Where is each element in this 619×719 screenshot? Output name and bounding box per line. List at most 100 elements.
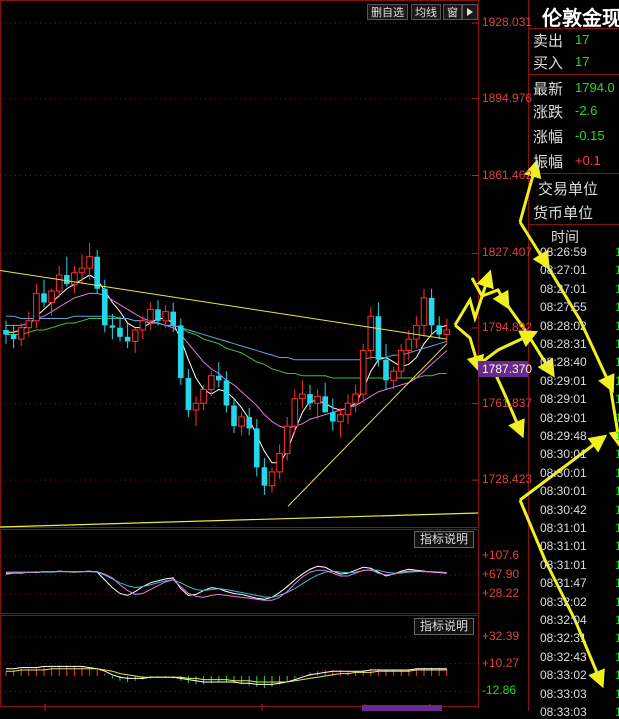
tick-value: 1 xyxy=(615,337,619,351)
candle-body xyxy=(25,320,33,329)
candle-body xyxy=(231,405,237,427)
candle-body xyxy=(192,402,200,411)
tick-time: 08:30:01 xyxy=(540,447,587,462)
candle-body xyxy=(322,396,328,413)
candle-body xyxy=(94,256,100,289)
quote-label: 最新 xyxy=(533,81,564,98)
moving-averages xyxy=(6,274,448,464)
candle-body xyxy=(185,378,192,411)
candle-body xyxy=(178,325,184,379)
quote-value: 17 xyxy=(575,32,590,47)
annotation-arrows xyxy=(453,159,619,689)
main-y-tick: 1728.423 xyxy=(482,472,533,487)
ticks-header: 时间 xyxy=(551,229,579,245)
candle-body xyxy=(246,416,252,429)
currency-unit-label: 货币单位 xyxy=(533,205,594,222)
tick-time: 08:29:01 xyxy=(540,410,587,425)
tick-value: 1 xyxy=(615,594,619,609)
quote-label: 卖出 xyxy=(533,33,564,50)
candle-body xyxy=(216,375,222,381)
expand-icon[interactable] xyxy=(462,4,478,20)
candle-body xyxy=(420,297,428,326)
tick-time: 08:33:03 xyxy=(540,705,587,719)
indicator2-frame xyxy=(0,615,479,707)
candle-body xyxy=(170,311,176,326)
tick-time: 08:32:43 xyxy=(540,649,587,664)
current-price-tag: 1787.370 xyxy=(478,361,532,377)
quote-row: 涨幅 -0.15 xyxy=(533,126,619,148)
tick-time: 08:33:03 xyxy=(540,686,587,701)
candle-body xyxy=(207,375,215,390)
tick-time: 08:27:01 xyxy=(540,263,587,278)
candle-body xyxy=(276,453,283,473)
candle-body xyxy=(367,315,375,352)
delete-watchlist-button[interactable]: 删自选 xyxy=(367,4,408,20)
candle-body xyxy=(337,414,344,423)
tick-time: 08:29:01 xyxy=(540,373,587,388)
window-button[interactable]: 窗 xyxy=(443,4,462,20)
quote-value: 17 xyxy=(575,54,590,69)
candle-body xyxy=(299,393,306,400)
tick-time: 08:31:47 xyxy=(540,576,587,591)
tick-value: 1 xyxy=(615,576,619,591)
tick-value: 1 xyxy=(615,521,619,535)
main-y-tick: 1761.837 xyxy=(482,395,533,410)
quote-value: -0.15 xyxy=(575,128,605,143)
candle-body xyxy=(117,327,123,337)
quote-row: 买入 17 xyxy=(533,52,619,74)
tick-value: 1 xyxy=(615,410,619,425)
candle-body xyxy=(261,467,268,486)
candle-body xyxy=(33,292,40,322)
tick-value: 1 xyxy=(615,245,619,259)
indicator2-line xyxy=(6,668,447,683)
tick-time: 08:30:01 xyxy=(540,484,587,499)
annotation-arrow xyxy=(470,277,510,310)
tick-value: 1 xyxy=(615,484,619,499)
quote-label: 振幅 xyxy=(533,154,564,171)
candle-body xyxy=(254,428,260,468)
trendlines xyxy=(0,269,479,528)
moving-average-line xyxy=(6,274,447,464)
candle-body xyxy=(359,350,367,395)
quote-label: 涨跌 xyxy=(533,104,564,121)
candle-body xyxy=(352,393,359,404)
tick-value: 1 xyxy=(615,429,619,443)
tick-value: 1 xyxy=(615,649,619,664)
candle-body xyxy=(268,471,276,487)
tick-value: 1 xyxy=(615,300,619,315)
candle-body xyxy=(131,329,139,342)
candle-body xyxy=(17,327,25,340)
main-chart-frame xyxy=(0,0,479,528)
tick-value: 1 xyxy=(615,447,619,462)
tick-time: 08:32:31 xyxy=(540,631,587,646)
tick-time: 08:27:01 xyxy=(540,281,587,296)
indicator2-info-button[interactable]: 指标说明 xyxy=(414,618,474,635)
candle-body xyxy=(223,380,230,406)
indicator1-info-button[interactable]: 指标说明 xyxy=(414,531,474,548)
quote-row: 最新 1794.0 xyxy=(533,78,619,100)
quote-label: 涨幅 xyxy=(533,129,564,146)
x-axis-highlight xyxy=(362,705,442,711)
main-y-tick: 1894.976 xyxy=(482,90,533,105)
candle-body xyxy=(124,336,131,342)
quote-row: 卖出 17 xyxy=(533,30,619,52)
tick-time: 08:29:01 xyxy=(540,392,587,407)
candle-body xyxy=(405,338,413,352)
quote-value: +0.1 xyxy=(575,153,601,168)
moving-average-button[interactable]: 均线 xyxy=(411,4,441,20)
tick-time: 08:30:01 xyxy=(540,465,587,480)
indicator1-y-tick: +107.6 xyxy=(482,547,520,562)
tick-time: 08:28:31 xyxy=(540,337,587,351)
tick-time: 08:31:01 xyxy=(540,539,587,554)
main-y-tick: 1827.407 xyxy=(482,245,533,260)
tick-value: 1 xyxy=(615,686,619,701)
indicator2-y-tick: -12.86 xyxy=(482,683,517,698)
grid-lines xyxy=(0,22,479,692)
tick-time: 08:29:48 xyxy=(540,429,587,443)
candle-body xyxy=(200,388,207,404)
tick-value: 1 xyxy=(615,705,619,719)
tick-value: 1 xyxy=(615,613,619,627)
candle-body xyxy=(307,394,313,404)
quote-row: 涨跌 -2.6 xyxy=(533,101,619,123)
main-y-tick: 1861.462 xyxy=(482,167,533,182)
